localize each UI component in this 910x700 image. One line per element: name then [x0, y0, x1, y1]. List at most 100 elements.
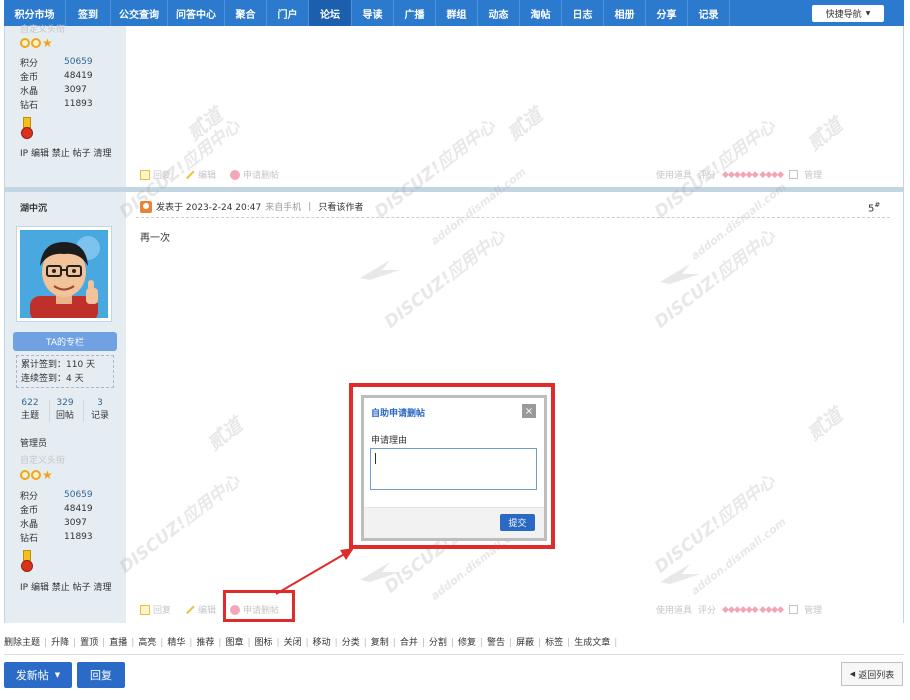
manage-checkbox[interactable]: [789, 605, 799, 614]
stat-row: 钻石 11893: [20, 530, 125, 544]
use-tool-link[interactable]: 使用道具: [656, 603, 692, 616]
nav-item-aggregate[interactable]: 聚合: [225, 0, 267, 26]
stat-value[interactable]: 50659: [64, 490, 93, 500]
medal-icon[interactable]: [21, 550, 33, 574]
admin-links[interactable]: IP 编辑 禁止 帖子 清理: [20, 146, 112, 159]
nav-item-forum[interactable]: 论坛: [309, 0, 352, 26]
mod-close[interactable]: 关闭: [284, 635, 313, 648]
count-label: 主题: [20, 411, 39, 421]
stat-label: 金币: [20, 505, 39, 516]
count-label: 记录: [90, 411, 109, 421]
back-label: 返回列表: [858, 670, 895, 681]
edit-link[interactable]: 编辑: [198, 603, 216, 616]
nav-item-groups[interactable]: 群组: [436, 0, 478, 26]
reply-link[interactable]: 回复: [153, 168, 171, 181]
mod-highlight[interactable]: 高亮: [138, 635, 167, 648]
user-icon: [140, 200, 152, 213]
stat-value: 48419: [64, 71, 93, 81]
post-tools: 使用道具 评分 ◆◆◆◆◆◆ ◆◆◆◆ 管理: [656, 168, 822, 182]
post-source[interactable]: 来自手机: [265, 200, 301, 213]
mod-sticky[interactable]: 置顶: [80, 635, 109, 648]
nav-item-blog[interactable]: 日志: [562, 0, 604, 26]
mod-icon[interactable]: 图标: [255, 635, 284, 648]
nav-item-records[interactable]: 记录: [688, 0, 730, 26]
stat-row: 积分 50659: [20, 488, 125, 502]
mod-block[interactable]: 屏蔽: [516, 635, 545, 648]
mod-stamp[interactable]: 图章: [225, 635, 254, 648]
author-name[interactable]: 湖中沉: [20, 201, 47, 214]
nav-item-portal[interactable]: 门户: [267, 0, 309, 26]
admin-links[interactable]: IP 编辑 禁止 帖子 清理: [20, 580, 112, 593]
mod-move[interactable]: 移动: [313, 635, 342, 648]
mod-tags[interactable]: 标签: [545, 635, 574, 648]
only-author-link[interactable]: 只看该作者: [318, 200, 363, 213]
stat-label: 积分: [20, 491, 39, 502]
reply-link[interactable]: 回复: [153, 603, 171, 616]
nav-item-taotie[interactable]: 淘帖: [520, 0, 562, 26]
count-value: 329: [56, 398, 74, 408]
user-count-records[interactable]: 3 记录: [85, 398, 115, 421]
mod-recommend[interactable]: 推荐: [196, 635, 225, 648]
nav-item-broadcast[interactable]: 广播: [394, 0, 436, 26]
reply-icon: [140, 604, 150, 615]
mod-warn[interactable]: 警告: [487, 635, 516, 648]
ta-column-button[interactable]: TA的专栏: [13, 332, 117, 351]
sun-icon: [20, 470, 30, 480]
mod-live[interactable]: 直播: [109, 635, 138, 648]
medal-icon[interactable]: [21, 117, 33, 141]
reason-textarea[interactable]: [370, 448, 537, 490]
custom-title: 自定义头衔: [20, 25, 66, 35]
nav-item-share[interactable]: 分享: [646, 0, 688, 26]
floor-number[interactable]: 5#: [868, 201, 880, 214]
mod-merge[interactable]: 合并: [400, 635, 429, 648]
stat-row: 积分 50659: [20, 55, 125, 69]
pencil-icon: [185, 169, 195, 180]
new-post-button[interactable]: 发新帖 ▼: [4, 662, 72, 688]
mod-copy[interactable]: 复制: [371, 635, 400, 648]
dialog-title: 自助申请删帖: [371, 409, 426, 419]
reply-button[interactable]: 回复: [77, 662, 125, 688]
top-nav: 积分市场 签到 公交查询 问答中心 聚合 门户 论坛 导读 广播 群组 动态 淘…: [4, 0, 904, 26]
request-delete-link[interactable]: 申请删帖: [243, 168, 279, 181]
mod-split[interactable]: 分割: [429, 635, 458, 648]
moderation-bar: 删除主题 升降 置顶 直播 高亮 精华 推荐 图章 图标 关闭 移动 分类 复制…: [4, 635, 621, 648]
nav-item-bus-query[interactable]: 公交查询: [111, 0, 168, 26]
stat-row: 水晶 3097: [20, 516, 125, 530]
mod-generate-article[interactable]: 生成文章: [574, 635, 621, 648]
use-tool-link[interactable]: 使用道具: [656, 168, 692, 181]
rate-link[interactable]: 评分: [698, 603, 716, 616]
nav-item-checkin[interactable]: 签到: [66, 0, 111, 26]
text-caret: [375, 453, 376, 464]
rate-link[interactable]: 评分: [698, 168, 716, 181]
star-icon: ★: [42, 36, 53, 50]
checkin-total: 累计签到：110 天: [21, 360, 96, 370]
mod-repair[interactable]: 修复: [458, 635, 487, 648]
close-icon[interactable]: ×: [522, 404, 536, 418]
mod-delete-thread[interactable]: 删除主题: [4, 635, 51, 648]
post-date: 发表于 2023-2-24 20:47: [156, 203, 262, 213]
arrow-icon: [275, 548, 354, 595]
nav-item-album[interactable]: 相册: [604, 0, 646, 26]
submit-button[interactable]: 提交: [500, 514, 535, 531]
post-content: 再一次: [140, 233, 170, 244]
nav-item-qa-center[interactable]: 问答中心: [168, 0, 225, 26]
divider: [4, 654, 904, 655]
user-count-replies[interactable]: 329 回帖: [50, 398, 80, 421]
mod-bump[interactable]: 升降: [51, 635, 80, 648]
avatar[interactable]: [16, 226, 112, 322]
stat-row: 水晶 3097: [20, 83, 125, 97]
manage-checkbox[interactable]: [789, 170, 799, 179]
back-to-list-button[interactable]: ◀ 返回列表: [841, 662, 903, 686]
count-value: 3: [97, 398, 103, 408]
user-count-threads[interactable]: 622 主题: [15, 398, 45, 421]
user-group[interactable]: 管理员: [20, 436, 47, 449]
mod-category[interactable]: 分类: [342, 635, 371, 648]
edit-link[interactable]: 编辑: [198, 168, 216, 181]
stat-label: 积分: [20, 58, 39, 69]
mod-digest[interactable]: 精华: [167, 635, 196, 648]
quick-nav-dropdown[interactable]: 快捷导航 ▼: [812, 5, 884, 22]
user-stats: 积分 50659 金币 48419 水晶 3097 钻石 11893: [20, 488, 125, 544]
stat-value[interactable]: 50659: [64, 57, 93, 67]
nav-item-guide[interactable]: 导读: [352, 0, 394, 26]
nav-item-feed[interactable]: 动态: [478, 0, 520, 26]
